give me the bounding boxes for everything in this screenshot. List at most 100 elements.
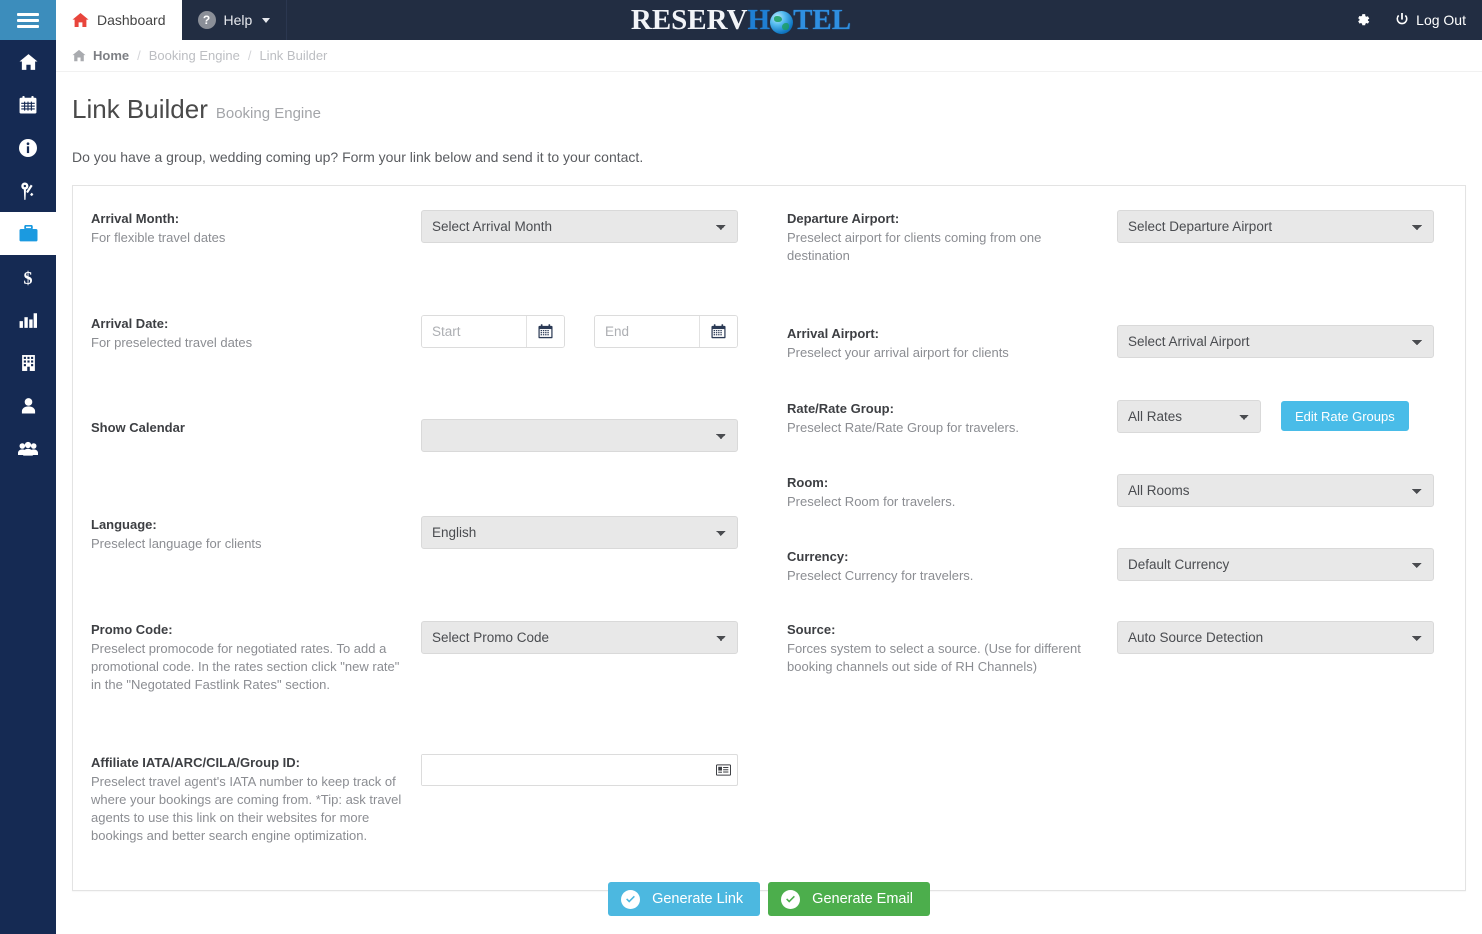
field-departure-airport-label: Departure Airport:: [787, 211, 900, 226]
logo-reserv-text: RESERV: [630, 3, 748, 36]
promo-code-select[interactable]: Select Promo Code: [421, 621, 738, 654]
field-rate-group: Rate/Rate Group: Preselect Rate/Rate Gro…: [787, 400, 1409, 437]
field-departure-airport: Departure Airport: Preselect airport for…: [787, 210, 1434, 265]
link-builder-form-card: Arrival Month: For flexible travel dates…: [72, 185, 1466, 891]
svg-text:$: $: [24, 268, 33, 286]
calendar-icon: [19, 95, 37, 113]
briefcase-icon: [19, 224, 37, 241]
sidebar-item-reports[interactable]: [0, 298, 56, 341]
field-language-labels: Language: Preselect language for clients: [91, 516, 421, 553]
chevron-down-icon: [262, 17, 271, 23]
field-currency-hint: Preselect Currency for travelers.: [787, 568, 974, 583]
sidebar-item-key[interactable]: [0, 169, 56, 212]
calendar-icon: [711, 324, 726, 339]
tab-help-label: Help: [223, 12, 253, 28]
field-arrival-airport-labels: Arrival Airport: Preselect your arrival …: [787, 325, 1117, 362]
sidebar-item-booking-engine[interactable]: [0, 212, 56, 255]
field-currency: Currency: Preselect Currency for travele…: [787, 548, 1434, 585]
sidebar-item-calendar[interactable]: [0, 83, 56, 126]
logout-button[interactable]: Log Out: [1395, 12, 1466, 28]
field-arrival-airport-label: Arrival Airport:: [787, 326, 879, 341]
field-room-label: Room:: [787, 475, 829, 490]
hamburger-menu-icon: [17, 10, 39, 31]
id-card-icon[interactable]: [716, 764, 737, 776]
field-promo-code-labels: Promo Code: Preselect promocode for nego…: [91, 621, 421, 694]
home-icon: [19, 53, 37, 70]
bar-chart-icon: [19, 312, 37, 328]
field-language: Language: Preselect language for clients…: [91, 516, 738, 553]
breadcrumb: Home / Booking Engine / Link Builder: [56, 40, 1482, 72]
generate-email-button[interactable]: Generate Email: [768, 882, 930, 916]
top-right-actions: Log Out: [1354, 0, 1482, 40]
field-room-labels: Room: Preselect Room for travelers.: [787, 474, 1117, 511]
field-arrival-airport-hint: Preselect your arrival airport for clien…: [787, 345, 1009, 360]
page-header: Link Builder Booking Engine Do you have a…: [56, 72, 1482, 165]
calendar-icon: [538, 324, 553, 339]
generate-link-button[interactable]: Generate Link: [608, 882, 761, 916]
sidebar-item-home[interactable]: [0, 40, 56, 83]
field-rate-group-label: Rate/Rate Group:: [787, 401, 894, 416]
breadcrumb-separator-1: /: [137, 48, 141, 63]
field-rate-group-hint: Preselect Rate/Rate Group for travelers.: [787, 420, 1019, 435]
arrival-date-end-box: [594, 315, 738, 348]
breadcrumb-home-label: Home: [93, 48, 130, 63]
field-affiliate-iata: Affiliate IATA/ARC/CILA/Group ID: Presel…: [91, 754, 738, 845]
field-arrival-date-label: Arrival Date:: [91, 316, 169, 331]
tab-dashboard[interactable]: Dashboard: [56, 0, 182, 40]
arrival-date-end-input[interactable]: [595, 316, 699, 347]
arrival-airport-select[interactable]: Select Arrival Airport: [1117, 325, 1434, 358]
generate-link-label: Generate Link: [652, 891, 744, 907]
edit-rate-groups-button[interactable]: Edit Rate Groups: [1281, 401, 1409, 431]
field-arrival-date: Arrival Date: For preselected travel dat…: [91, 315, 738, 352]
show-calendar-select[interactable]: [421, 419, 738, 452]
departure-airport-select[interactable]: Select Departure Airport: [1117, 210, 1434, 243]
affiliate-iata-input[interactable]: [422, 755, 716, 785]
page-subtitle: Booking Engine: [215, 105, 321, 122]
top-navigation-bar: Dashboard ? Help RESERV H TEL Log Out: [0, 0, 1482, 40]
question-circle-icon: ?: [197, 11, 216, 29]
field-departure-airport-hint: Preselect airport for clients coming fro…: [787, 230, 1042, 263]
tab-help[interactable]: ? Help: [182, 0, 288, 40]
field-departure-airport-labels: Departure Airport: Preselect airport for…: [787, 210, 1117, 265]
brand-logo: RESERV H TEL: [631, 4, 851, 37]
arrival-month-select[interactable]: Select Arrival Month: [421, 210, 738, 243]
form-grid: Arrival Month: For flexible travel dates…: [73, 204, 1465, 872]
field-promo-code: Promo Code: Preselect promocode for nego…: [91, 621, 738, 694]
field-arrival-month-labels: Arrival Month: For flexible travel dates: [91, 210, 421, 247]
source-select[interactable]: Auto Source Detection: [1117, 621, 1434, 654]
info-icon: [19, 138, 37, 157]
breadcrumb-link-builder[interactable]: Link Builder: [259, 48, 327, 63]
sidebar-item-user[interactable]: [0, 384, 56, 427]
field-affiliate-label: Affiliate IATA/ARC/CILA/Group ID:: [91, 755, 300, 770]
rate-group-select[interactable]: All Rates: [1117, 400, 1261, 433]
key-icon: [21, 181, 34, 200]
gear-icon[interactable]: [1354, 12, 1371, 29]
arrival-date-end-calendar-button[interactable]: [699, 316, 737, 347]
field-source-label: Source:: [787, 622, 836, 637]
field-rate-group-labels: Rate/Rate Group: Preselect Rate/Rate Gro…: [787, 400, 1117, 437]
sidebar-item-property[interactable]: [0, 341, 56, 384]
language-select[interactable]: English: [421, 516, 738, 549]
field-room-hint: Preselect Room for travelers.: [787, 494, 956, 509]
hamburger-menu-button[interactable]: [0, 0, 56, 40]
arrival-date-start-calendar-button[interactable]: [526, 316, 564, 347]
field-currency-labels: Currency: Preselect Currency for travele…: [787, 548, 1117, 585]
logo-tel-text: TEL: [793, 3, 852, 36]
breadcrumb-separator-2: /: [247, 48, 252, 63]
field-room: Room: Preselect Room for travelers. All …: [787, 474, 1434, 511]
power-icon: [1396, 13, 1408, 25]
field-language-label: Language:: [91, 517, 157, 532]
arrival-date-start-input[interactable]: [422, 316, 526, 347]
sidebar-item-revenue[interactable]: $: [0, 255, 56, 298]
sidebar-item-users[interactable]: [0, 427, 56, 470]
logout-label: Log Out: [1416, 12, 1466, 28]
currency-select[interactable]: Default Currency: [1117, 548, 1434, 581]
field-source-labels: Source: Forces system to select a source…: [787, 621, 1117, 676]
room-select[interactable]: All Rooms: [1117, 474, 1434, 507]
arrival-date-group: [421, 315, 738, 348]
sidebar-item-info[interactable]: [0, 126, 56, 169]
home-icon: [72, 13, 89, 27]
breadcrumb-booking-engine[interactable]: Booking Engine: [149, 48, 240, 63]
breadcrumb-home[interactable]: Home: [72, 48, 129, 63]
field-source-hint: Forces system to select a source. (Use f…: [787, 641, 1081, 674]
